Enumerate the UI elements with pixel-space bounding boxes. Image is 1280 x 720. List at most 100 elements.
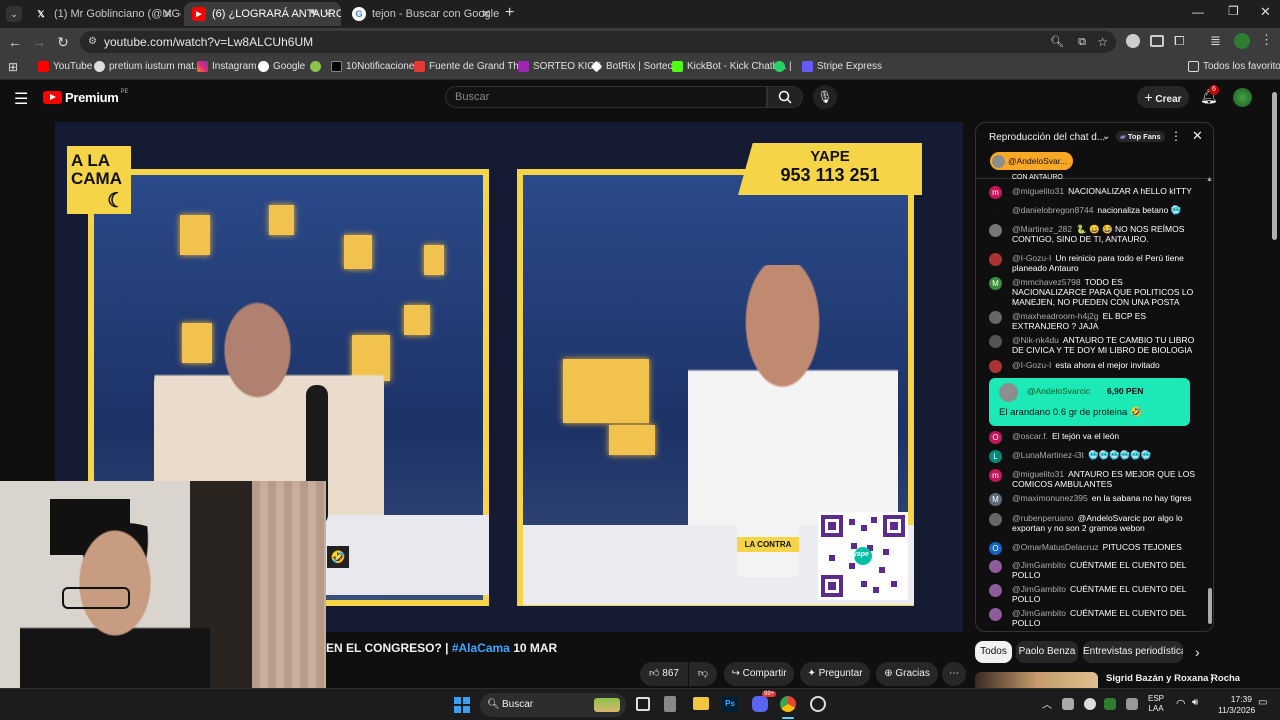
bookmark-sparkle[interactable] [310, 61, 325, 72]
bookmark-pretium[interactable]: pretium iustum mat... [94, 61, 202, 72]
tray-chevron-icon[interactable]: ︿ [1042, 696, 1052, 711]
notification-center-icon[interactable]: ▭ [1258, 697, 1267, 708]
super-chat[interactable]: @AndeloSvarcic 6,90 PEN El arandano 0.6 … [989, 378, 1190, 426]
chat-title[interactable]: Reproducción del chat d... [989, 132, 1105, 143]
dislike-button[interactable]: 👎︎ [689, 662, 717, 686]
search-button[interactable] [767, 86, 803, 108]
forward-button[interactable]: → [30, 34, 48, 50]
chat-message[interactable]: @rubenperuano @AndeloSvarcic por algo lo … [988, 513, 1198, 533]
chat-message[interactable]: @I-Gozu-I esta ahora el mejor invitado [988, 360, 1198, 373]
new-tab-button[interactable]: + [505, 4, 514, 22]
tray-icon[interactable] [1126, 698, 1138, 710]
related-thumbnail[interactable] [975, 672, 1098, 688]
chat-message[interactable]: @Martinez_282 🐍 😄 😂 NO NOS REÍMOS CONTIGO… [988, 224, 1198, 244]
language-indicator[interactable]: ESP LAA [1148, 694, 1164, 714]
extensions-puzzle-icon[interactable]: ⧠ [1174, 33, 1184, 49]
photoshop-icon[interactable]: Ps [722, 696, 738, 712]
bookmark-sorteo-kick[interactable]: SORTEO KICK [518, 61, 601, 72]
chat-message[interactable]: @maxheadroom-h4j2g EL BCP ES EXTRANJERO ?… [988, 311, 1198, 331]
start-button[interactable] [454, 697, 470, 713]
chat-message[interactable]: L @LunaMartinez-i3t 🥶🥶🥶🥶🥶🥶 [988, 450, 1198, 463]
task-view-icon[interactable] [636, 697, 650, 711]
chat-message[interactable]: @Nik-nk4du ANTAURO TE CAMBIO TU LIBRO DE … [988, 335, 1198, 355]
close-icon[interactable]: ✕ [323, 7, 333, 21]
voice-search-button[interactable]: 🎙︎ [813, 85, 837, 109]
minimize-button[interactable]: — [1192, 5, 1204, 19]
page-scrollbar[interactable] [1272, 92, 1277, 240]
share-button[interactable]: ↪ Compartir [724, 662, 794, 686]
related-title[interactable]: Sigrid Bazán y Roxana Rocha [1106, 673, 1240, 684]
restore-button[interactable]: ❐ [1228, 4, 1239, 18]
taskbar-search[interactable]: 🔍︎ Buscar [480, 693, 626, 717]
bookmark-notificaciones[interactable]: 10Notificaciones [331, 61, 419, 72]
zoom-icon[interactable]: 🔍︎ [1050, 31, 1064, 53]
close-icon[interactable]: ✕ [163, 7, 173, 21]
tab-google[interactable]: G tejon - Buscar con Google ✕ [344, 2, 499, 26]
chevron-down-icon[interactable]: ⌄ [1102, 131, 1110, 142]
volume-icon[interactable]: 🔊︎ [1192, 697, 1198, 708]
hashtag-link[interactable]: #AlaCama [452, 641, 510, 655]
close-window-button[interactable]: ✕ [1260, 4, 1271, 20]
tab-youtube[interactable]: ▶ (6) ¿LOGRARÁ ANTAURO H 🔊︎ ✕ [184, 2, 341, 26]
search-input[interactable]: Buscar [445, 86, 767, 108]
tab-x[interactable]: 𝕏 (1) Mr Goblinciano (@MGoblinc ✕ [26, 2, 181, 26]
chat-message[interactable]: M @mmchavez5798 TODO ES NACIONALIZARCE PAR… [988, 277, 1198, 307]
tray-icon[interactable] [1104, 698, 1116, 710]
back-button[interactable]: ← [6, 34, 24, 50]
obs-icon[interactable] [810, 696, 826, 712]
bookmark-google[interactable]: Google [258, 61, 305, 72]
bookmark-youtube[interactable]: YouTube [38, 61, 92, 72]
apps-icon[interactable]: ⊞ [8, 60, 18, 74]
thanks-button[interactable]: ⊕ Gracias [876, 662, 938, 686]
close-icon[interactable]: ✕ [481, 7, 491, 21]
chat-message[interactable]: O @OmarMatusDelacruz PITUCOS TEJONES [988, 542, 1198, 555]
discord-icon[interactable] [752, 696, 768, 712]
tab-search-button[interactable]: ⌄ [6, 6, 22, 22]
bookmark-stripe[interactable]: Stripe Express [802, 61, 882, 72]
app-icon[interactable] [664, 696, 676, 712]
all-bookmarks-folder[interactable]: Todos los favoritos [1188, 61, 1280, 72]
install-icon[interactable]: ⧉ [1078, 31, 1086, 53]
site-info-icon[interactable]: ⚙ [88, 31, 97, 53]
hamburger-menu-icon[interactable]: ☰ [14, 89, 28, 109]
tray-icon[interactable] [1084, 698, 1096, 710]
like-button[interactable]: 👍︎ 867 [640, 662, 688, 686]
ask-button[interactable]: ✦ Preguntar [800, 662, 870, 686]
url-field[interactable]: ⚙ youtube.com/watch?v=Lw8ALCUh6UM 🔍︎ ⧉ ☆ [80, 31, 1116, 53]
chat-scrollbar[interactable] [1208, 588, 1212, 624]
file-explorer-icon[interactable] [693, 697, 709, 710]
chat-message[interactable]: @JimGambito CUÉNTAME EL CUENTO DEL POLLO [988, 608, 1198, 628]
chevron-right-icon[interactable]: › [1195, 644, 1200, 660]
chat-message[interactable]: M @maximonunez395 en la sabana no hay tigr… [988, 493, 1198, 506]
chat-message[interactable]: m @miguelito31 ANTAURO ES MEJOR QUE LOS CO… [988, 469, 1198, 489]
chat-message[interactable]: @JimGambito CUÉNTAME EL CUENTO DEL POLLO [988, 584, 1198, 604]
chat-message[interactable]: O @oscar.f. El tejón va el león [988, 431, 1198, 444]
bookmark-botrix[interactable]: BotRix | Sorteos [590, 60, 678, 73]
reading-list-icon[interactable]: ≣ [1210, 33, 1221, 49]
pinned-user-chip[interactable]: @AndeloSvar... [990, 152, 1074, 170]
youtube-logo[interactable]: Premium PE [43, 89, 129, 105]
chat-menu-icon[interactable]: ⋮ [1170, 129, 1182, 143]
bookmark-instagram[interactable]: Instagram [197, 61, 256, 72]
scroll-up-icon[interactable]: ▲ [1206, 176, 1213, 183]
chat-message[interactable]: m @miguelito31 NACIONALIZAR A hELLO kITTY [988, 186, 1198, 199]
create-button[interactable]: + Crear [1137, 86, 1189, 108]
wifi-icon[interactable]: ◠ [1176, 697, 1186, 710]
chat-message[interactable]: @danielobregon8744 nacionaliza betano 🥶 [988, 205, 1198, 218]
close-chat-icon[interactable]: ✕ [1192, 128, 1203, 144]
account-avatar[interactable] [1233, 88, 1252, 107]
menu-icon[interactable]: ⋮ [1260, 32, 1273, 48]
top-fans-badge[interactable]: ▰ Top Fans [1116, 131, 1165, 142]
notifications-button[interactable]: 🔔︎ 6 [1200, 85, 1219, 105]
more-actions-button[interactable]: ⋯ [942, 662, 966, 686]
chip-entrevistas[interactable]: Entrevistas periodísticas [1083, 641, 1183, 663]
tray-icon[interactable] [1062, 698, 1074, 710]
profile-avatar[interactable] [1234, 33, 1250, 49]
chrome-icon[interactable] [780, 696, 796, 712]
clock[interactable]: 17:39 11/3/2026 [1218, 694, 1255, 716]
chip-paolo-benza[interactable]: Paolo Benza [1016, 641, 1078, 663]
extension-icon[interactable] [1150, 35, 1164, 47]
bookmark-star-icon[interactable]: ☆ [1097, 31, 1108, 53]
chip-todos[interactable]: Todos [975, 641, 1012, 663]
bookmark-whatsapp[interactable]: | [774, 61, 792, 72]
